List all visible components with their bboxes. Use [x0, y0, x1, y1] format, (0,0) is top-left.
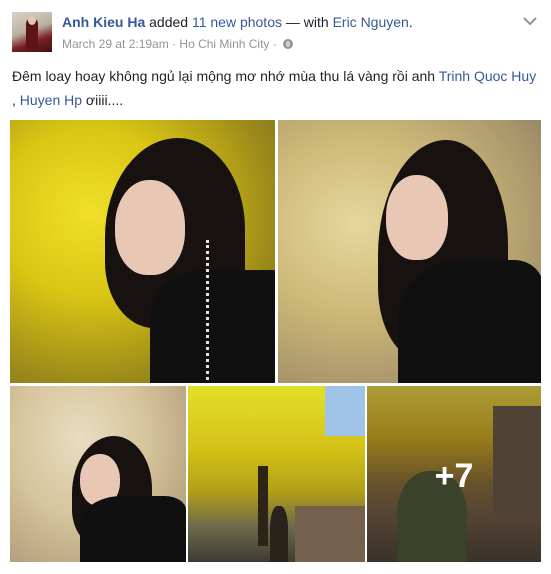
location-link[interactable]: Ho Chi Minh City: [179, 37, 269, 51]
photo-2[interactable]: [278, 120, 541, 383]
avatar-head: [28, 16, 36, 25]
tag-trinh-quoc-huy[interactable]: Trinh Quoc Huy: [439, 68, 537, 84]
headline-period: .: [408, 14, 413, 30]
photo-1[interactable]: [10, 120, 275, 383]
meta-separator: ·: [168, 37, 180, 51]
author-avatar[interactable]: [12, 12, 52, 52]
globe-icon[interactable]: [283, 39, 294, 49]
photo-subject: [270, 506, 288, 562]
post-message: Đêm loay hoay không ngủ lại mộng mơ nhớ …: [12, 64, 539, 112]
message-text-start: Đêm loay hoay không ngủ lại mộng mơ nhớ …: [12, 68, 439, 84]
photo-building: [295, 506, 365, 562]
message-separator: ,: [12, 92, 20, 108]
with-text: — with: [281, 14, 333, 30]
photo-tree-trunk: [258, 466, 268, 546]
action-text: added: [145, 14, 192, 30]
photo-subject-coat: [398, 260, 541, 383]
meta-separator-2: ·: [269, 37, 281, 51]
chevron-down-icon[interactable]: [523, 16, 537, 26]
photo-subject-face: [115, 180, 185, 275]
post-meta: March 29 at 2:19am · Ho Chi Minh City ·: [62, 36, 294, 52]
post-timestamp-link[interactable]: March 29 at 2:19am: [62, 37, 169, 51]
more-photos-count: +7: [434, 457, 474, 495]
post-headline: Anh Kieu Ha added 11 new photos — with E…: [62, 13, 413, 31]
photo-necklace: [206, 240, 211, 380]
tag-huyen-hp[interactable]: Huyen Hp: [20, 92, 82, 108]
photos-count-link[interactable]: 11 new photos: [192, 14, 282, 30]
photo-3[interactable]: [10, 386, 186, 562]
tagged-person-link[interactable]: Eric Nguyen: [333, 14, 409, 30]
photo-subject-face: [386, 175, 448, 260]
facebook-post: Anh Kieu Ha added 11 new photos — with E…: [0, 0, 551, 574]
photo-5-more[interactable]: +7: [367, 386, 541, 562]
photo-sky: [325, 386, 365, 436]
photo-subject-coat: [80, 496, 186, 562]
photo-subject-coat: [150, 270, 275, 383]
photo-4[interactable]: [188, 386, 365, 562]
message-text-end: ơiiii....: [82, 92, 124, 108]
author-name-link[interactable]: Anh Kieu Ha: [62, 14, 145, 30]
